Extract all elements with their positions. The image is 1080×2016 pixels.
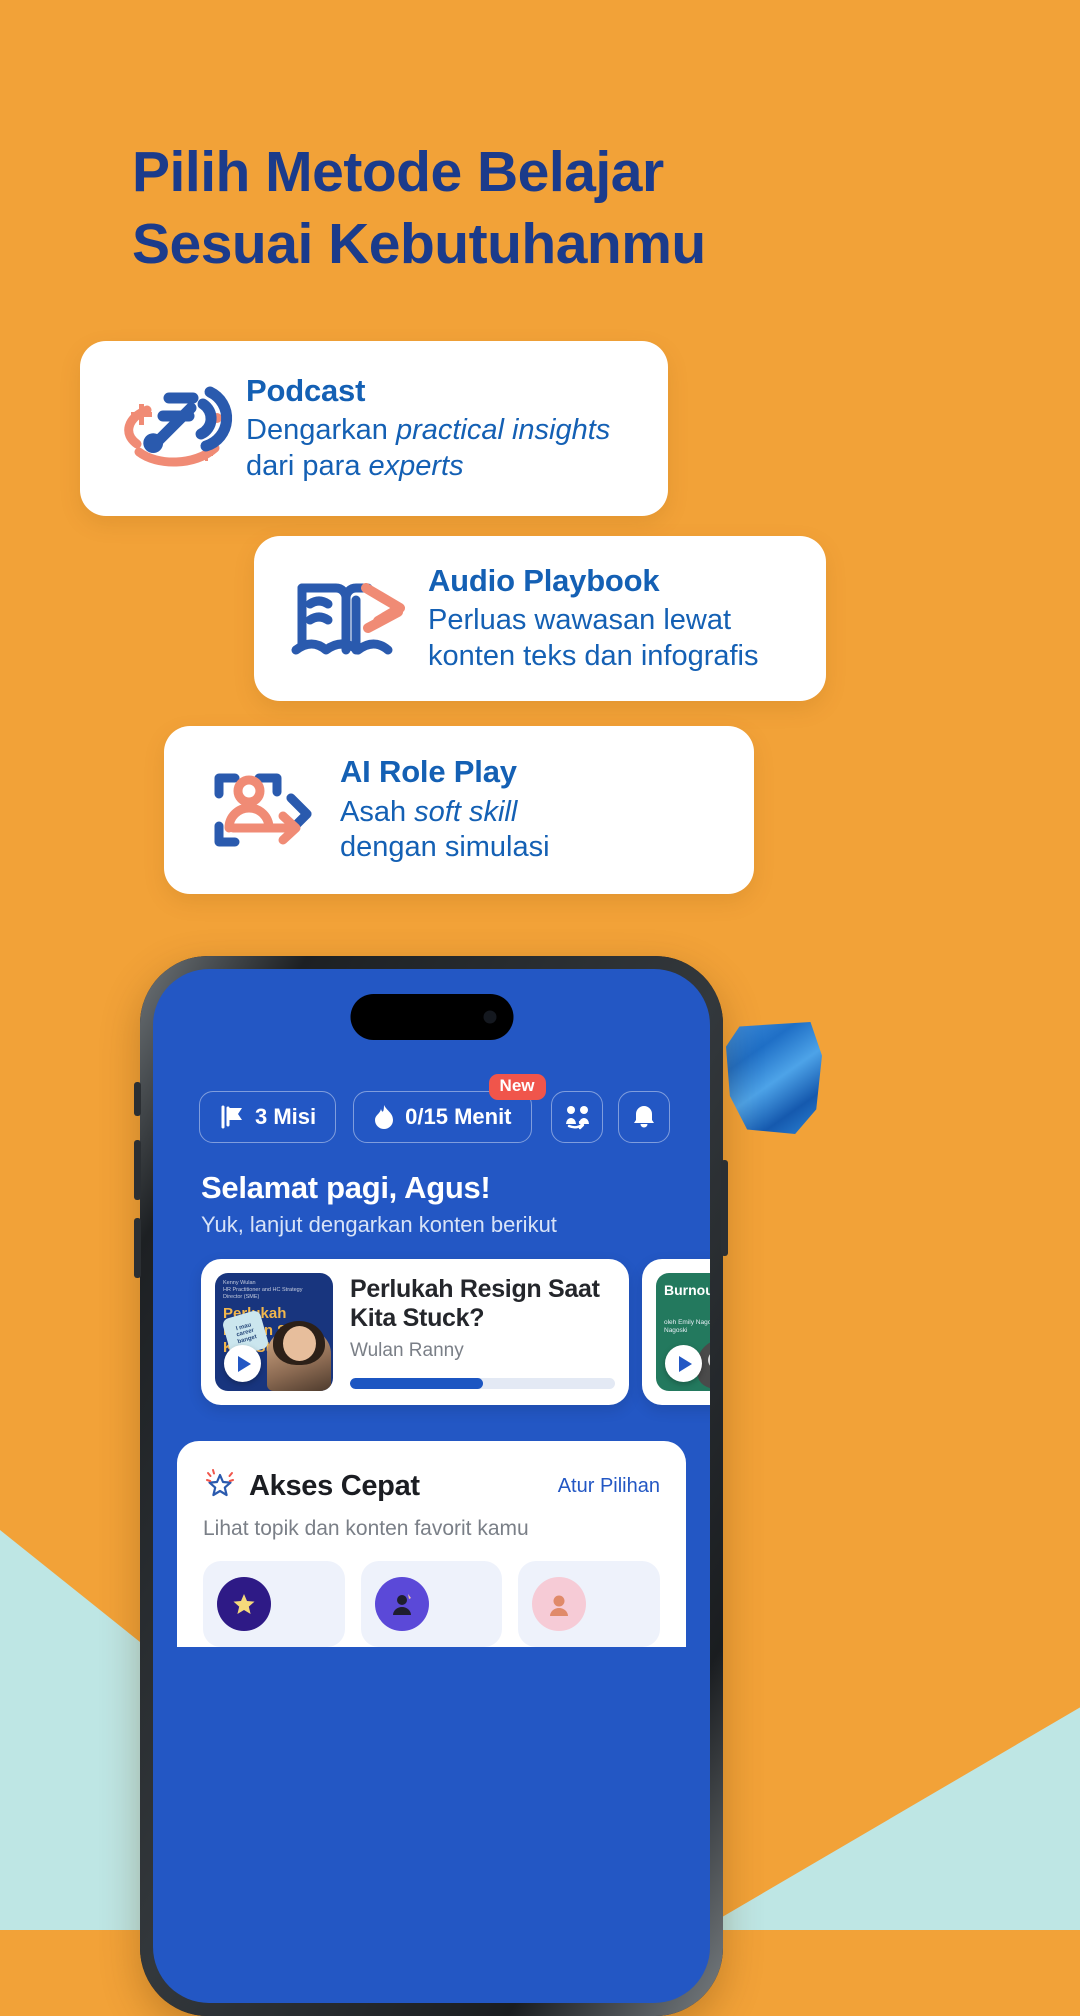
phone-volume-up-button[interactable]: [134, 1140, 141, 1200]
headline-line-2: Sesuai Kebutuhanmu: [132, 212, 706, 277]
phone-mockup: 3 Misi 0/15 Menit New Selamat pagi, Agus…: [140, 956, 723, 2016]
greeting-block: Selamat pagi, Agus! Yuk, lanjut dengarka…: [201, 1170, 557, 1238]
quick-access-tile[interactable]: [360, 1561, 503, 1647]
quick-access-tile[interactable]: [203, 1561, 345, 1647]
flame-icon: [373, 1104, 395, 1130]
thumbnail-brand-name: Kenny Wulan: [223, 1280, 256, 1286]
podcast-thumbnail: Burnout oleh Emily Nagoski & Amelia Nago…: [656, 1273, 710, 1391]
chip-menit-wrapper: 0/15 Menit New: [353, 1074, 546, 1143]
feature-card-audio-playbook-title: Audio Playbook: [428, 562, 660, 598]
progress-bar[interactable]: [350, 1378, 615, 1389]
feature-card-ai-role-play[interactable]: AI Role Play Asah soft skill dengan simul…: [164, 726, 754, 894]
player-carousel[interactable]: Kenny Wulan HR Practitioner and HC Strat…: [201, 1259, 710, 1405]
player-card[interactable]: Kenny Wulan HR Practitioner and HC Strat…: [201, 1259, 629, 1405]
blue-crumpled-sticker: [726, 1022, 822, 1134]
player-card-title: Perlukah Resign Saat Kita Stuck?: [350, 1275, 600, 1332]
quick-access-tiles: [203, 1561, 661, 1647]
new-badge: New: [488, 1074, 546, 1100]
quick-access-header: Akses Cepat Atur Pilihan: [203, 1467, 660, 1506]
open-book-play-icon: [276, 566, 428, 672]
phone-power-button[interactable]: [721, 1160, 728, 1256]
player-card-meta: Perlukah Resign Saat Kita Stuck? Wulan R…: [350, 1273, 615, 1391]
feature-card-podcast-desc: Dengarkan practical insights dari para e…: [246, 414, 611, 482]
player-card-author: Wulan Ranny: [350, 1340, 464, 1361]
quick-access-tile[interactable]: [518, 1561, 661, 1647]
thumbnail-brand-sub: HR Practitioner and HC Strategy Director…: [223, 1286, 303, 1300]
person-arrow-frame-icon: [190, 758, 340, 862]
play-icon[interactable]: [665, 1345, 702, 1382]
feature-card-ai-role-play-desc: Asah soft skill dengan simulasi: [340, 795, 550, 864]
feature-card-ai-role-play-text: AI Role Play Asah soft skill dengan simul…: [340, 754, 550, 865]
chip-misi[interactable]: 3 Misi: [199, 1091, 337, 1143]
thumbnail-brand: Kenny Wulan HR Practitioner and HC Strat…: [223, 1280, 323, 1301]
feature-card-audio-playbook-desc: Perluas wawasan lewat konten teks dan in…: [428, 604, 759, 672]
chip-menit-label: 0/15 Menit: [405, 1104, 512, 1129]
feature-card-podcast-text: Podcast Dengarkan practical insights dar…: [246, 373, 642, 484]
quick-access-title-group: Akses Cepat: [203, 1467, 420, 1506]
top-actions: [551, 1091, 670, 1143]
feature-card-audio-playbook[interactable]: Audio Playbook Perluas wawasan lewat kon…: [254, 536, 826, 701]
phone-screen: 3 Misi 0/15 Menit New Selamat pagi, Agus…: [153, 969, 710, 2003]
people-share-icon[interactable]: [551, 1091, 603, 1143]
feature-card-audio-playbook-text: Audio Playbook Perluas wawasan lewat kon…: [428, 563, 804, 674]
pink-avatar: [532, 1577, 587, 1631]
feature-card-ai-role-play-title: AI Role Play: [340, 754, 517, 790]
feature-card-podcast[interactable]: Podcast Dengarkan practical insights dar…: [80, 341, 668, 516]
play-icon[interactable]: [224, 1345, 261, 1382]
status-chips-row: 3 Misi 0/15 Menit New: [199, 1074, 546, 1143]
progress-bar-fill: [350, 1378, 483, 1389]
phone-volume-down-button[interactable]: [134, 1218, 141, 1278]
podcast-thumbnail: Kenny Wulan HR Practitioner and HC Strat…: [215, 1273, 333, 1391]
sparkle-star-icon: [203, 1467, 237, 1506]
quick-access-title: Akses Cepat: [249, 1470, 420, 1502]
quick-access-link[interactable]: Atur Pilihan: [558, 1475, 660, 1498]
quick-access-subtitle: Lihat topik dan konten favorit kamu: [203, 1517, 529, 1540]
thumbnail-subtitle: oleh Emily Nagoski & Amelia Nagoski: [664, 1319, 710, 1334]
headline-line-1: Pilih Metode Belajar: [132, 140, 664, 204]
chip-misi-label: 3 Misi: [255, 1104, 317, 1129]
front-camera-icon: [483, 1010, 496, 1024]
greeting-title: Selamat pagi, Agus!: [201, 1170, 491, 1205]
bell-icon[interactable]: [618, 1091, 670, 1143]
flag-icon: [219, 1105, 245, 1129]
quick-access-section: Akses Cepat Atur Pilihan Lihat topik dan…: [177, 1441, 686, 1647]
person-avatar: [374, 1577, 429, 1631]
feature-card-podcast-title: Podcast: [246, 372, 366, 408]
greeting-subtitle: Yuk, lanjut dengarkan konten berikut: [201, 1212, 557, 1237]
phone-silent-switch[interactable]: [134, 1082, 141, 1116]
chip-misi-wrapper: 3 Misi: [199, 1091, 337, 1143]
dynamic-island: [350, 994, 513, 1040]
player-card[interactable]: Burnout oleh Emily Nagoski & Amelia Nago…: [642, 1259, 710, 1405]
star-avatar: [217, 1577, 271, 1631]
podcast-microphone-icon: [106, 374, 246, 484]
thumbnail-person-face: [283, 1326, 316, 1361]
thumbnail-title: Burnout: [664, 1282, 710, 1298]
mint-background-shape-right: [700, 1684, 1080, 1930]
page-title: Pilih Metode Belajar Sesuai Kebutuhanmu: [132, 136, 952, 281]
